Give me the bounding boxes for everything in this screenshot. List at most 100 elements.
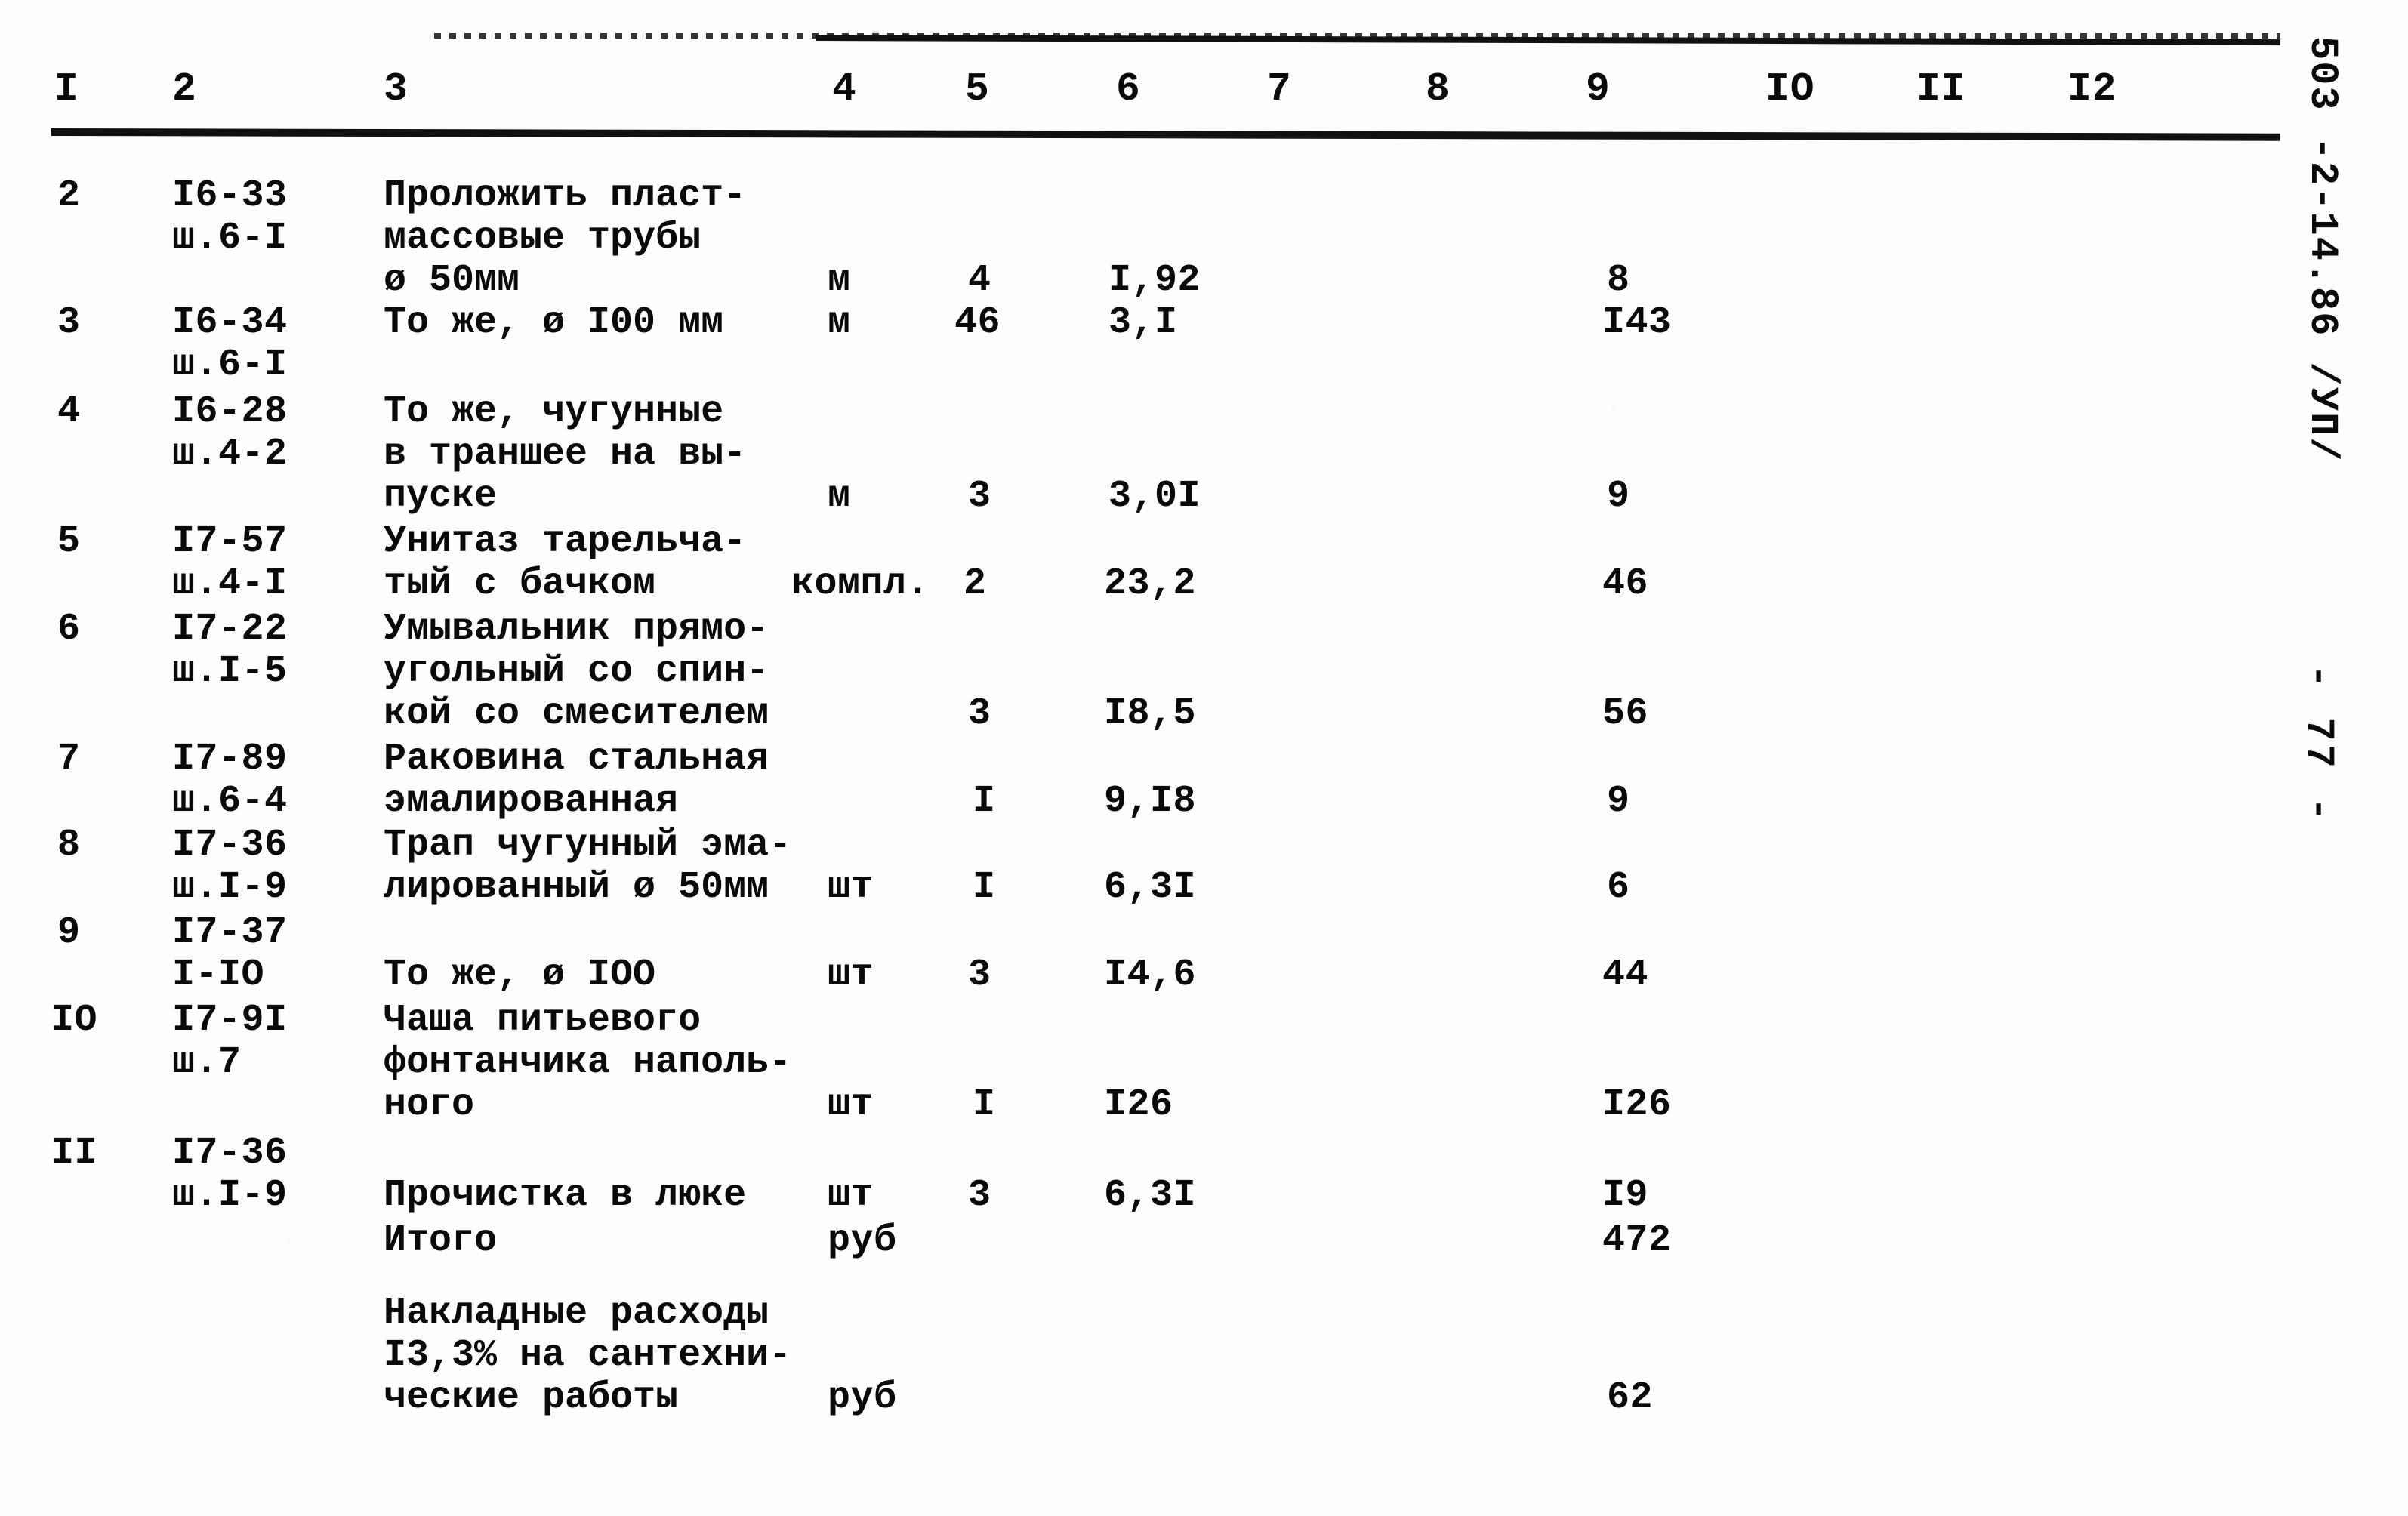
table-row-desc: Трап чугунный эма- лированный ø 50мм bbox=[384, 824, 792, 909]
table-row-unit: шт bbox=[828, 954, 874, 997]
table-row-qty: 3 bbox=[968, 1174, 991, 1217]
table-row-price: 3,I bbox=[1108, 301, 1178, 344]
table-row-price: 23,2 bbox=[1104, 562, 1197, 605]
column-header-7: 7 bbox=[1267, 66, 1292, 112]
table-row-total: 6 bbox=[1607, 866, 1630, 909]
table-row-price: 6,3I bbox=[1104, 866, 1197, 909]
column-header-2: 2 bbox=[172, 66, 197, 112]
table-row-num: IO bbox=[51, 999, 98, 1042]
table-row-code: I7-22 bbox=[172, 608, 288, 651]
table-row-code2: ш.4-I bbox=[172, 562, 288, 605]
table-row-num: 8 bbox=[57, 824, 81, 867]
table-row-desc: Проложить пласт- массовые трубы ø 50мм bbox=[384, 174, 747, 302]
table-row-total: 46 bbox=[1602, 562, 1649, 605]
table-row-unit: шт bbox=[828, 1083, 874, 1126]
table-row-desc: Унитаз тарельча- тый с бачком bbox=[384, 520, 747, 605]
table-row-unit: компл. bbox=[791, 562, 930, 605]
table-row-num: 5 bbox=[57, 520, 81, 563]
table-row-qty: 3 bbox=[968, 475, 991, 518]
column-header-4: 4 bbox=[832, 66, 857, 112]
column-header-5: 5 bbox=[965, 66, 990, 112]
table-row-unit: м bbox=[828, 475, 851, 518]
column-header-1: I bbox=[54, 66, 79, 112]
document-page: I 2 3 4 5 6 7 8 9 IO II I2 2 I6-33 ш.6-I… bbox=[0, 0, 2408, 1516]
table-row-num: 9 bbox=[57, 911, 81, 954]
table-row-code: I7-57 bbox=[172, 520, 288, 563]
table-row-price: I,92 bbox=[1108, 259, 1201, 302]
table-row-code2: ш.7 bbox=[172, 1041, 242, 1084]
table-row-code: I7-9I bbox=[172, 999, 288, 1042]
table-row-code: I6-28 bbox=[172, 390, 288, 433]
table-row-total: 44 bbox=[1602, 954, 1649, 997]
margin-document-code: 503 -2-14.86 /УП/ bbox=[2300, 36, 2345, 463]
summary-row-unit: руб bbox=[828, 1219, 897, 1262]
table-row-price: I26 bbox=[1104, 1083, 1173, 1126]
table-row-num: 6 bbox=[57, 608, 81, 651]
table-row-total: I43 bbox=[1602, 301, 1672, 344]
summary-row-total: 472 bbox=[1602, 1219, 1672, 1262]
table-row-code2: ш.6-I bbox=[172, 217, 288, 260]
table-row-price: 9,I8 bbox=[1104, 780, 1197, 823]
table-row-code2: ш.6-4 bbox=[172, 780, 288, 823]
table-row-desc: То же, чугунные в траншее на вы- пуске bbox=[384, 390, 747, 518]
table-row-total: 56 bbox=[1602, 692, 1649, 735]
column-header-6: 6 bbox=[1116, 66, 1141, 112]
column-header-12: I2 bbox=[2067, 66, 2117, 112]
table-row-price: I4,6 bbox=[1104, 954, 1197, 997]
table-row-num: 7 bbox=[57, 738, 81, 781]
table-row-code2: ш.I-9 bbox=[172, 1174, 288, 1217]
table-row-qty: 3 bbox=[968, 692, 991, 735]
table-row-code: I7-37 bbox=[172, 911, 288, 954]
column-header-10: IO bbox=[1765, 66, 1815, 112]
table-row-code2: ш.I-9 bbox=[172, 866, 288, 909]
summary-row-label: Накладные расходы I3,3% на сантехни- чес… bbox=[384, 1292, 792, 1419]
table-row-code2: ш.4-2 bbox=[172, 433, 288, 476]
table-row-num: 2 bbox=[57, 174, 81, 217]
table-row-total: I26 bbox=[1602, 1083, 1672, 1126]
table-row-code: I7-36 bbox=[172, 824, 288, 867]
column-header-8: 8 bbox=[1426, 66, 1451, 112]
table-row-desc: Прочистка в люке bbox=[384, 1174, 747, 1217]
column-header-11: II bbox=[1916, 66, 1966, 112]
table-row-qty: I bbox=[973, 1083, 996, 1126]
summary-row-unit: руб bbox=[828, 1376, 897, 1419]
table-row-total: 9 bbox=[1607, 780, 1630, 823]
table-row-unit: шт bbox=[828, 866, 874, 909]
table-row-code: I7-36 bbox=[172, 1132, 288, 1175]
table-row-unit: м bbox=[828, 301, 851, 344]
table-row-desc: То же, ø I00 мм bbox=[384, 301, 724, 344]
table-row-num: 3 bbox=[57, 301, 81, 344]
table-row-code: I7-89 bbox=[172, 738, 288, 781]
table-row-desc: То же, ø IOO bbox=[384, 954, 656, 997]
table-row-price: 6,3I bbox=[1104, 1174, 1197, 1217]
summary-row-label: Итого bbox=[384, 1219, 498, 1262]
table-row-desc: Умывальник прямо- угольный со спин- кой … bbox=[384, 608, 769, 735]
table-row-code2: I-IO bbox=[172, 954, 265, 997]
table-row-price: I8,5 bbox=[1104, 692, 1197, 735]
table-row-num: 4 bbox=[57, 390, 81, 433]
table-row-desc: Чаша питьевого фонтанчика наполь- ного bbox=[384, 999, 792, 1126]
table-row-qty: I bbox=[973, 780, 996, 823]
table-row-qty: 3 bbox=[968, 954, 991, 997]
margin-page-number: - 77 - bbox=[2296, 664, 2341, 824]
table-row-code: I6-33 bbox=[172, 174, 288, 217]
table-row-code2: ш.I-5 bbox=[172, 650, 288, 693]
table-row-code: I6-34 bbox=[172, 301, 288, 344]
table-row-qty: 2 bbox=[964, 562, 987, 605]
table-row-total: 8 bbox=[1607, 259, 1630, 302]
table-row-qty: 46 bbox=[954, 301, 1001, 344]
table-row-qty: I bbox=[973, 866, 996, 909]
column-header-9: 9 bbox=[1586, 66, 1611, 112]
scan-grain-overlay bbox=[0, 0, 2408, 1516]
table-row-unit: шт bbox=[828, 1174, 874, 1217]
summary-row-total: 62 bbox=[1607, 1376, 1654, 1419]
table-row-total: 9 bbox=[1607, 475, 1630, 518]
table-row-unit: м bbox=[828, 259, 851, 302]
column-header-3: 3 bbox=[384, 66, 409, 112]
table-row-code2: ш.6-I bbox=[172, 344, 288, 387]
header-underline-rule bbox=[51, 128, 2281, 141]
table-row-qty: 4 bbox=[968, 259, 991, 302]
table-row-num: II bbox=[51, 1132, 98, 1175]
table-row-price: 3,0I bbox=[1108, 475, 1201, 518]
table-row-total: I9 bbox=[1602, 1174, 1649, 1217]
